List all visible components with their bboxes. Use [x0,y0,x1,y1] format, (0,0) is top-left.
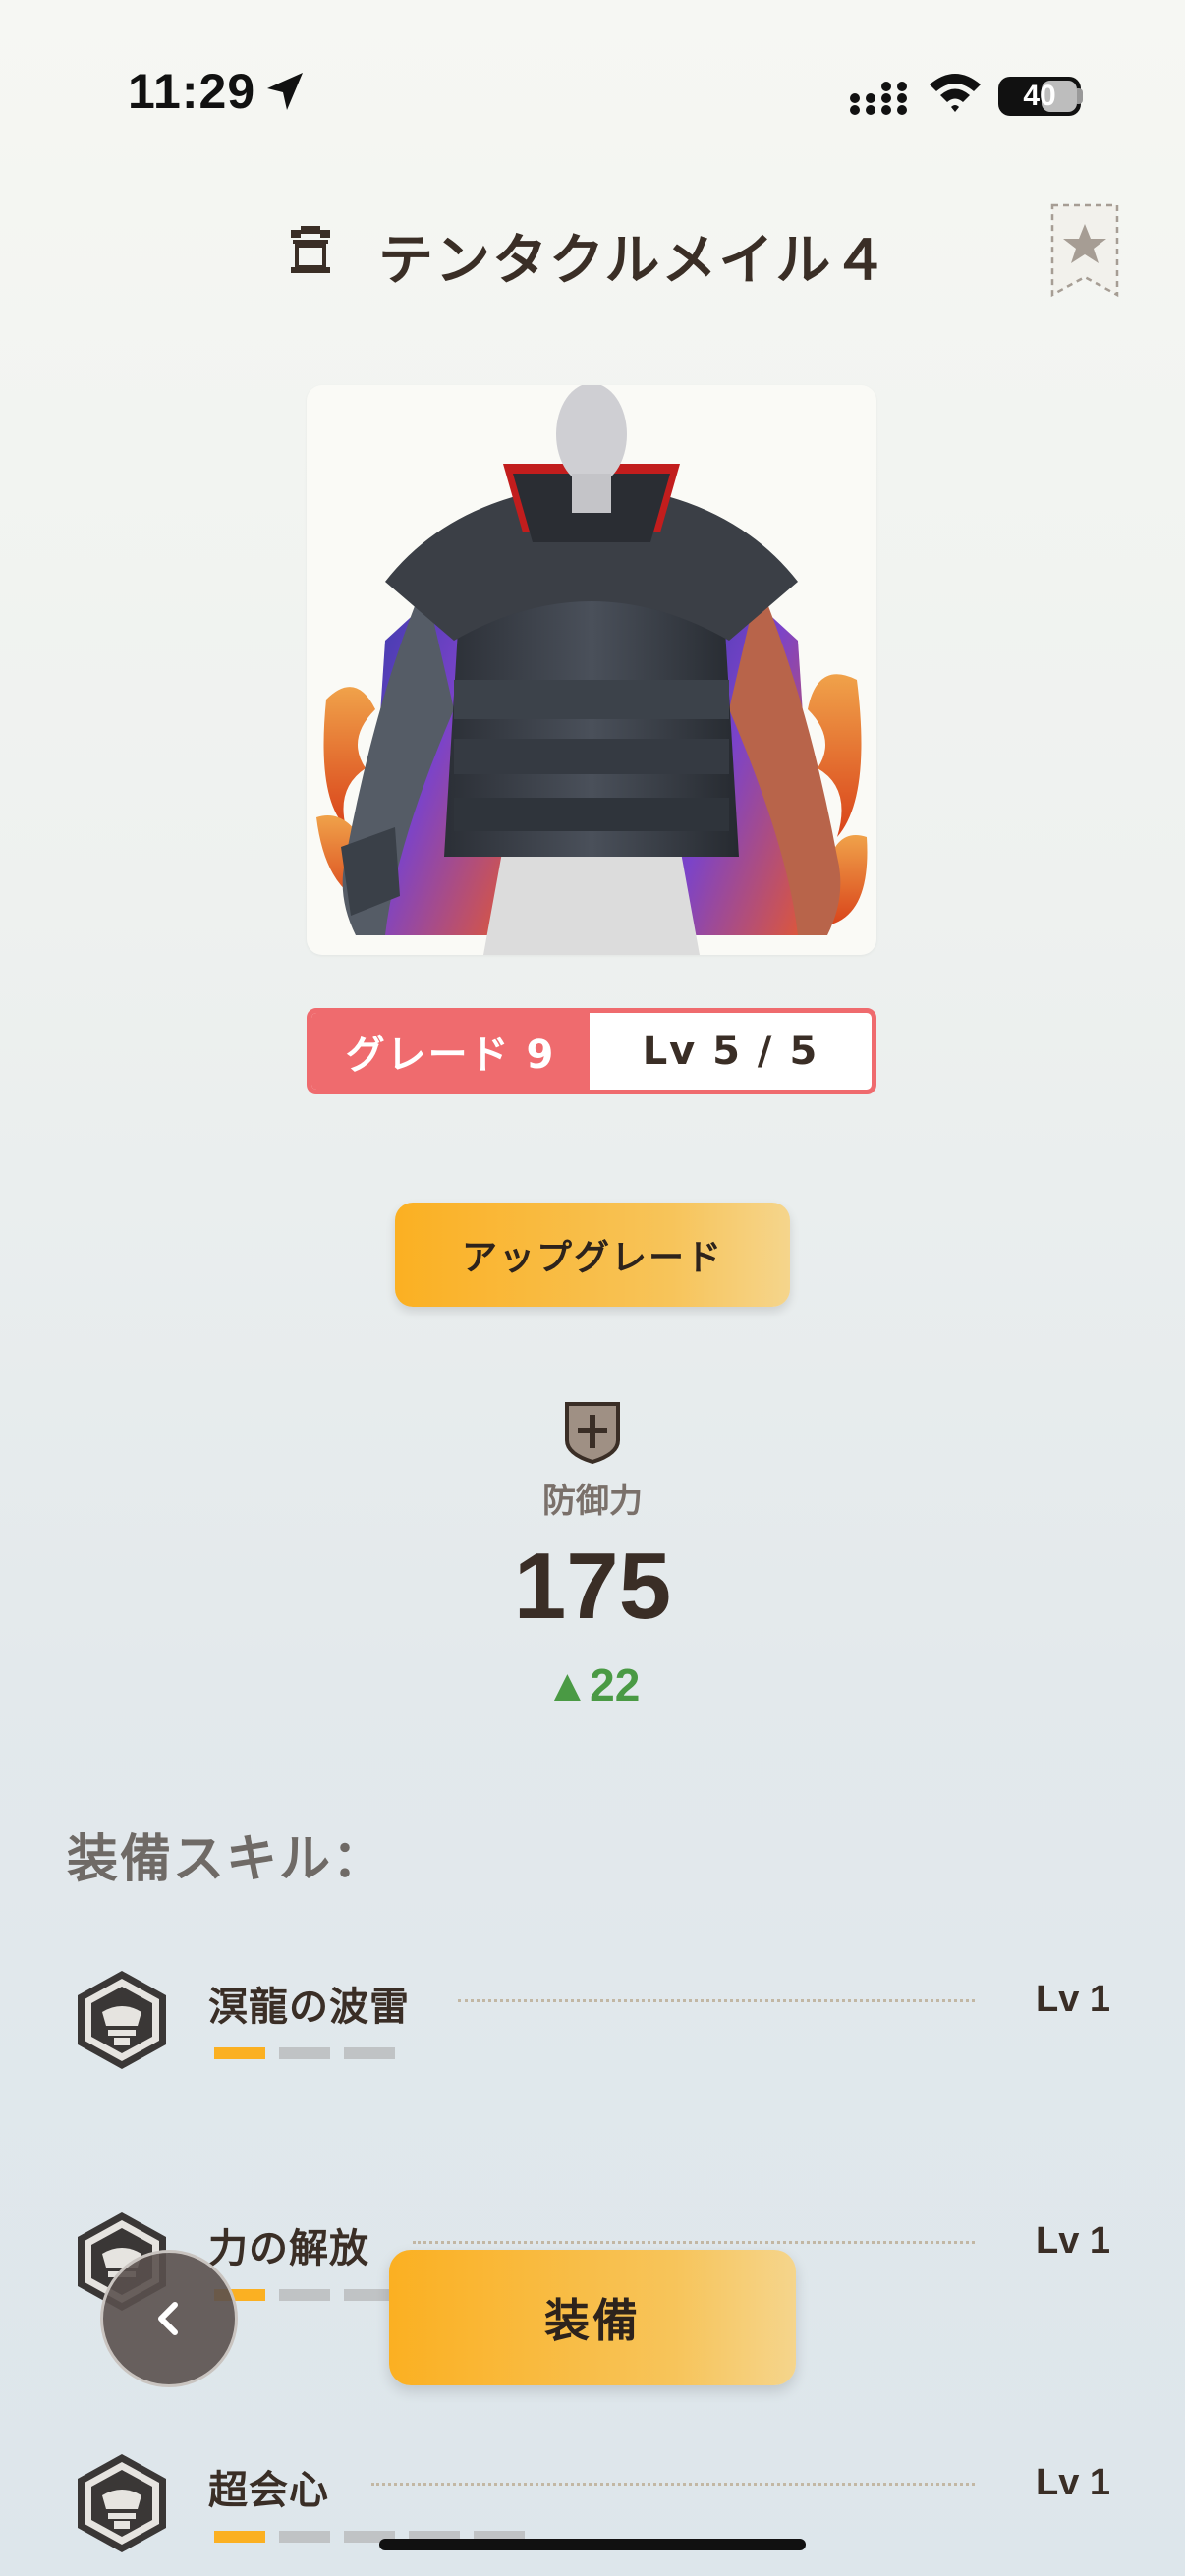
progress-segment [279,2289,330,2301]
cellular-signal-icon [850,82,907,115]
skill-leader-line [371,2483,975,2486]
upgrade-button[interactable]: アップグレード [395,1203,790,1307]
favorite-star-icon[interactable] [1049,202,1120,299]
progress-segment [214,2047,265,2059]
location-arrow-icon [267,73,303,110]
skill-icon [78,2454,166,2552]
skill-name: 超会心 [208,2468,329,2513]
skill-icon [78,1971,166,2069]
defense-value: 175 [513,1534,672,1639]
grade-label: グレード 9 [311,1013,590,1090]
skill-level: Lv 1 [1036,2220,1111,2262]
wifi-icon [930,74,981,112]
back-button[interactable] [100,2250,238,2387]
skill-name: 力の解放 [208,2226,369,2271]
home-indicator [379,2539,806,2550]
shield-icon [565,1402,620,1464]
progress-segment [279,2531,330,2543]
armor-chest-image [316,385,868,955]
chevron-left-icon [158,2302,178,2335]
skill-level: Lv 1 [1036,1979,1111,2020]
progress-segment [214,2531,265,2543]
skill-progress [214,2047,395,2059]
skill-level: Lv 1 [1036,2462,1111,2503]
battery-level: 40 [1023,80,1056,112]
skills-heading: 装備スキル： [67,1830,386,1889]
skill-leader-line [413,2241,975,2244]
status-time: 11:29 [128,64,256,119]
page-title: テンタクルメイル４ [378,229,890,293]
equip-button[interactable]: 装備 [389,2250,796,2385]
battery-nub [1077,88,1083,104]
defense-label: 防御力 [542,1482,643,1521]
progress-segment [344,2289,395,2301]
skill-name: 溟龍の波雷 [208,1985,410,2030]
defense-increase: ▲22 [544,1659,641,1710]
item-image [307,385,876,955]
battery-indicator: 40 [998,77,1081,116]
progress-segment [279,2047,330,2059]
progress-segment [344,2047,395,2059]
level-label: Lv 5 / 5 [642,1029,819,1074]
armor-rank-icon [291,226,330,273]
skill-leader-line [458,1999,975,2002]
grade-level-box: グレード 9 Lv 5 / 5 [307,1008,876,1094]
